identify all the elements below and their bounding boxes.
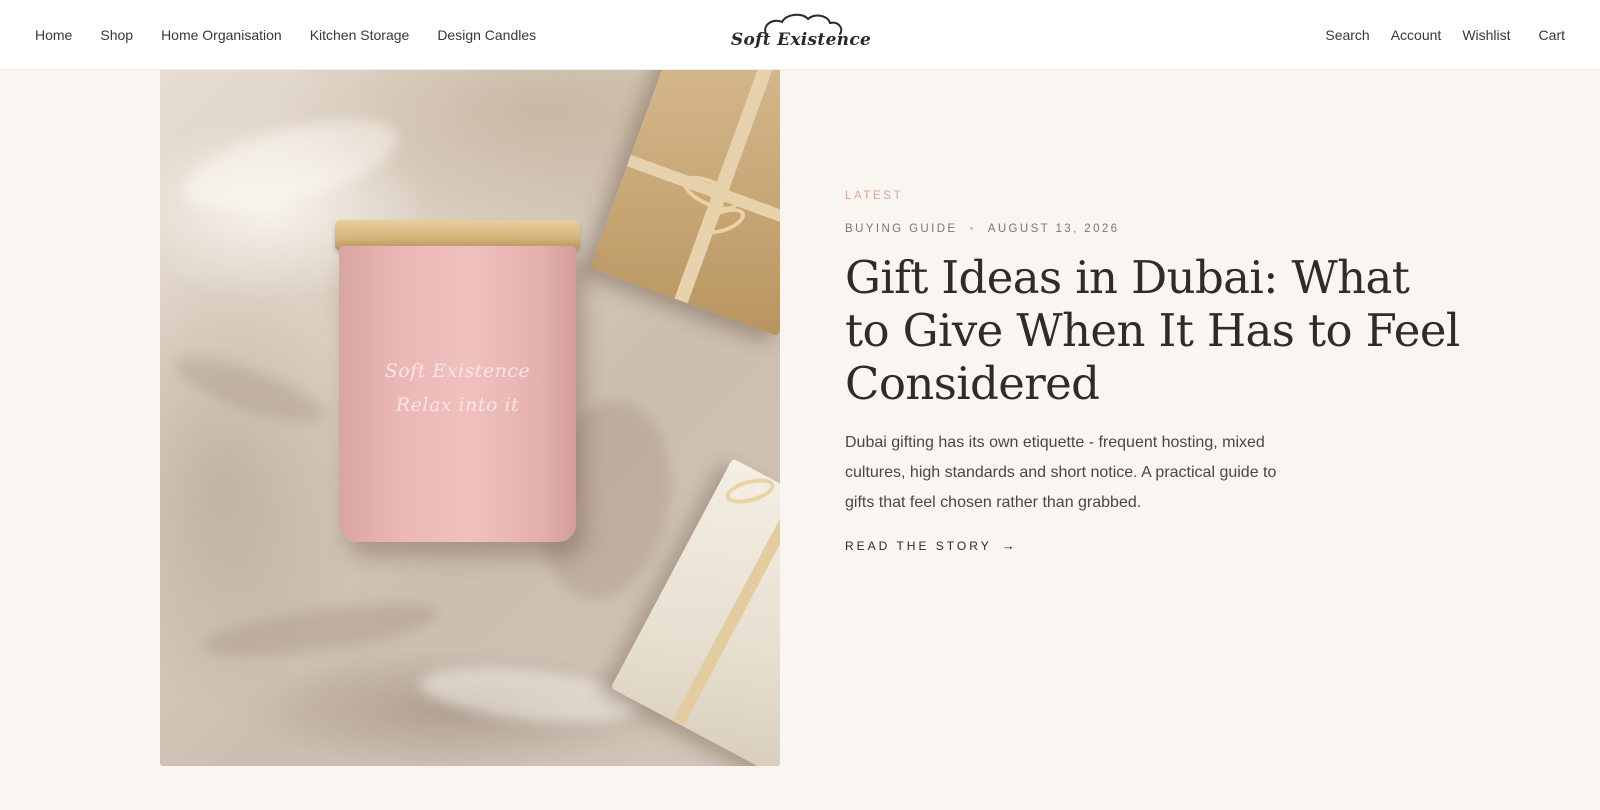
wishlist-link[interactable]: Wishlist bbox=[1462, 27, 1510, 43]
meta-separator-dot: • bbox=[969, 223, 976, 235]
publish-date: AUGUST 13, 2026 bbox=[987, 223, 1120, 235]
cart-link[interactable]: Cart bbox=[1539, 27, 1565, 43]
linen-fold bbox=[198, 593, 442, 667]
nav-link-shop[interactable]: Shop bbox=[100, 27, 133, 43]
category-link[interactable]: BUYING GUIDE bbox=[845, 223, 958, 235]
article-title[interactable]: Gift Ideas in Dubai: What to Give When I… bbox=[845, 251, 1465, 410]
nav-link-home-organisation[interactable]: Home Organisation bbox=[161, 27, 282, 43]
article-excerpt: Dubai gifting has its own etiquette - fr… bbox=[845, 434, 1277, 511]
logo-wordmark: Soft Existence bbox=[730, 30, 872, 50]
read-the-story-link[interactable]: READ THE STORY → bbox=[845, 538, 1015, 553]
nav-link-home[interactable]: Home bbox=[35, 27, 72, 43]
linen-fold bbox=[417, 658, 643, 732]
site-header: Home Shop Home Organisation Kitchen Stor… bbox=[0, 0, 1600, 70]
site-logo[interactable]: Soft Existence bbox=[722, 10, 878, 60]
article-meta: BUYING GUIDE • AUGUST 13, 2026 bbox=[845, 223, 1465, 235]
kraft-gift-box bbox=[589, 70, 780, 337]
featured-article: LATEST BUYING GUIDE • AUGUST 13, 2026 Gi… bbox=[845, 190, 1465, 555]
candle-label-line-2: Relax into it bbox=[395, 394, 520, 416]
candle-jar: Soft Existence Relax into it bbox=[335, 220, 580, 542]
nav-link-design-candles[interactable]: Design Candles bbox=[437, 27, 536, 43]
latest-eyebrow: LATEST bbox=[845, 190, 904, 202]
arrow-right-icon: → bbox=[1001, 538, 1015, 553]
article-hero-image[interactable]: Soft Existence Relax into it bbox=[160, 70, 780, 766]
primary-nav: Home Shop Home Organisation Kitchen Stor… bbox=[35, 0, 564, 70]
read-the-story-label: READ THE STORY bbox=[845, 538, 992, 553]
linen-fold bbox=[167, 343, 333, 437]
linen-fold bbox=[174, 102, 406, 228]
account-link[interactable]: Account bbox=[1391, 27, 1442, 43]
utility-nav: Search Account Wishlist Cart bbox=[1304, 0, 1565, 70]
search-link[interactable]: Search bbox=[1325, 27, 1369, 43]
candle-label-line-1: Soft Existence bbox=[384, 360, 531, 382]
nav-link-kitchen-storage[interactable]: Kitchen Storage bbox=[310, 27, 410, 43]
